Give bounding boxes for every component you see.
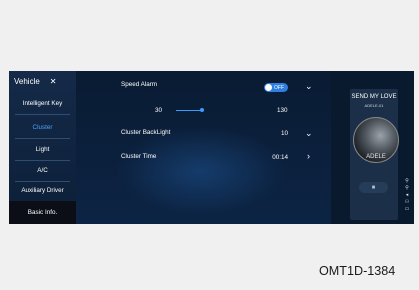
toggle-text: OFF — [274, 84, 284, 91]
infotainment-screen: Vehicle ✕ Intelligent Key Cluster Light … — [9, 71, 414, 224]
divider — [15, 114, 70, 115]
speed-slider-track[interactable] — [176, 110, 202, 111]
sidebar-item-basic-info[interactable]: Basic Info. — [9, 201, 76, 224]
sidebar-item-label: Intelligent Key — [22, 99, 63, 107]
sidebar: Vehicle ✕ Intelligent Key Cluster Light … — [9, 71, 76, 224]
media-area: SEND MY LOVE ADELE-01 ADELE ⏸ ⚲ ⚲ ◂ ⚇ ▭ — [331, 71, 414, 224]
sidebar-item-light[interactable]: Light — [9, 139, 76, 159]
figure-code: OMT1D-1384 — [319, 264, 396, 278]
battery-icon: ▭ — [404, 206, 410, 212]
speed-alarm-label: Speed Alarm — [121, 81, 158, 88]
sidebar-item-label: Basic Info. — [27, 209, 58, 216]
seat-icon: ⚲ — [405, 185, 409, 191]
album-art: ADELE — [353, 117, 399, 163]
pause-button[interactable]: ⏸ — [359, 182, 388, 193]
pause-icon: ⏸ — [371, 183, 376, 191]
speed-min-value: 30 — [155, 107, 163, 114]
seat-icon: ⚲ — [405, 178, 409, 184]
chevron-down-icon[interactable]: ⌄ — [305, 128, 313, 139]
speed-slider-handle[interactable] — [200, 108, 204, 112]
sidebar-item-label: Light — [35, 145, 50, 153]
cluster-time-label: Cluster Time — [121, 153, 157, 160]
sidebar-item-auxiliary-driver[interactable]: Auxiliary Driver — [9, 180, 76, 200]
top-margin — [0, 0, 419, 70]
sidebar-item-cluster[interactable]: Cluster — [9, 117, 76, 137]
sidebar-header: Vehicle ✕ — [14, 77, 57, 86]
close-icon[interactable]: ✕ — [50, 77, 57, 86]
album-art-text: ADELE — [366, 154, 386, 160]
cluster-time-value: 00:14 — [272, 154, 288, 161]
song-title: SEND MY LOVE — [351, 94, 397, 100]
sidebar-item-label: A/C — [37, 166, 48, 174]
sidebar-title: Vehicle — [14, 77, 40, 86]
speed-max-value: 130 — [277, 107, 288, 114]
toggle-knob — [265, 84, 272, 91]
sidebar-item-intelligent-key[interactable]: Intelligent Key — [9, 93, 76, 113]
cluster-backlight-value: 10 — [280, 130, 288, 137]
chevron-right-icon[interactable]: › — [307, 151, 310, 161]
artist-name: ADELE-01 — [364, 103, 384, 108]
volume-icon: ◂ — [405, 192, 409, 198]
music-widget[interactable]: SEND MY LOVE ADELE-01 ADELE ⏸ — [350, 89, 399, 220]
speed-alarm-toggle[interactable]: OFF — [264, 83, 288, 92]
cluster-backlight-label: Cluster BackLight — [121, 129, 171, 136]
settings-panel: Speed Alarm OFF ⌄ 30 130 Cluster BackLig… — [76, 71, 331, 224]
chevron-down-icon[interactable]: ⌄ — [305, 81, 313, 92]
sidebar-item-ac[interactable]: A/C — [9, 160, 76, 180]
sidebar-item-label: Auxiliary Driver — [21, 186, 64, 194]
status-icons: ⚲ ⚲ ◂ ⚇ ▭ — [402, 178, 412, 213]
background-glow — [116, 126, 286, 216]
person-icon: ⚇ — [404, 199, 410, 205]
sidebar-item-label: Cluster — [32, 123, 53, 131]
